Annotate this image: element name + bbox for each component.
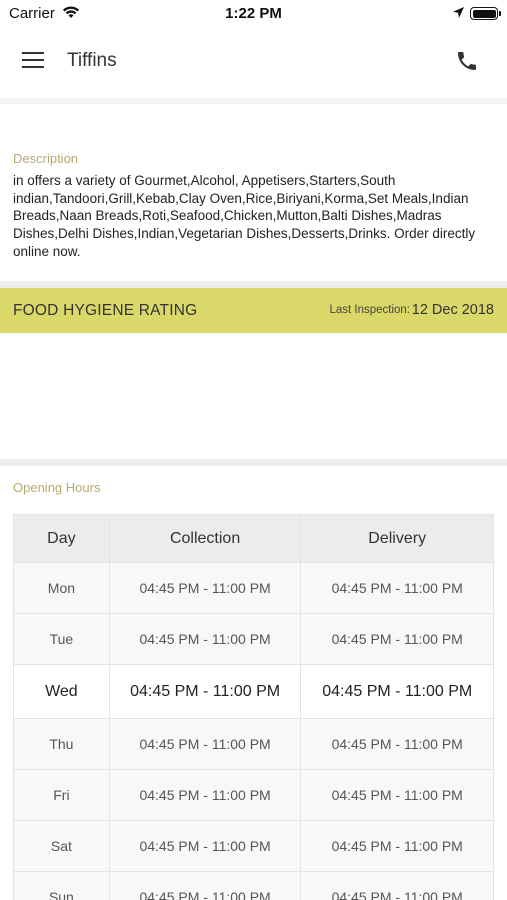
food-hygiene-bar: FOOD HYGIENE RATING Last Inspection: 12 …	[0, 288, 507, 333]
table-row: Mon 04:45 PM - 11:00 PM 04:45 PM - 11:00…	[13, 562, 494, 614]
delivery-hours-cell: 04:45 PM - 11:00 PM	[300, 664, 494, 719]
clock: 1:22 PM	[225, 5, 282, 22]
hamburger-menu-icon[interactable]	[22, 52, 46, 72]
delivery-column-header: Delivery	[300, 514, 494, 563]
day-cell: Sun	[13, 871, 110, 900]
battery-icon	[470, 7, 501, 20]
delivery-hours-cell: 04:45 PM - 11:00 PM	[300, 871, 494, 900]
table-row: Thu 04:45 PM - 11:00 PM 04:45 PM - 11:00…	[13, 718, 494, 770]
day-cell: Wed	[13, 664, 110, 719]
collection-hours-cell: 04:45 PM - 11:00 PM	[108, 562, 302, 614]
description-label: Description	[13, 151, 79, 166]
collection-hours-cell: 04:45 PM - 11:00 PM	[108, 664, 302, 719]
collection-hours-cell: 04:45 PM - 11:00 PM	[108, 613, 302, 665]
header-divider	[0, 98, 507, 104]
opening-hours-table: Day Collection Delivery Mon 04:45 PM - 1…	[13, 514, 494, 900]
inspection-date: 12 Dec 2018	[411, 302, 494, 318]
day-column-header: Day	[13, 514, 110, 563]
day-cell: Fri	[13, 769, 110, 821]
status-bar: Carrier 1:22 PM	[0, 0, 507, 28]
section-divider	[0, 459, 507, 466]
table-row: Sun 04:45 PM - 11:00 PM 04:45 PM - 11:00…	[13, 871, 494, 900]
collection-hours-cell: 04:45 PM - 11:00 PM	[108, 769, 302, 821]
inspection-label: Last Inspection:	[329, 304, 410, 316]
day-cell: Sat	[13, 820, 110, 872]
delivery-hours-cell: 04:45 PM - 11:00 PM	[300, 769, 494, 821]
day-cell: Tue	[13, 613, 110, 665]
day-cell: Thu	[13, 718, 110, 770]
section-divider	[0, 281, 507, 288]
app-header: Tiffins	[0, 28, 507, 98]
hygiene-title: FOOD HYGIENE RATING	[13, 302, 198, 319]
table-header-row: Day Collection Delivery	[13, 514, 494, 563]
delivery-hours-cell: 04:45 PM - 11:00 PM	[300, 820, 494, 872]
day-cell: Mon	[13, 562, 110, 614]
description-text: in offers a variety of Gourmet,Alcohol, …	[13, 173, 476, 259]
opening-hours-label: Opening Hours	[13, 480, 101, 495]
delivery-hours-cell: 04:45 PM - 11:00 PM	[300, 718, 494, 770]
table-row-today: Wed 04:45 PM - 11:00 PM 04:45 PM - 11:00…	[13, 664, 494, 719]
collection-hours-cell: 04:45 PM - 11:00 PM	[108, 820, 302, 872]
table-row: Tue 04:45 PM - 11:00 PM 04:45 PM - 11:00…	[13, 613, 494, 665]
table-row: Fri 04:45 PM - 11:00 PM 04:45 PM - 11:00…	[13, 769, 494, 821]
page-title: Tiffins	[67, 50, 117, 71]
location-arrow-icon	[452, 6, 465, 24]
delivery-hours-cell: 04:45 PM - 11:00 PM	[300, 613, 494, 665]
phone-icon[interactable]	[455, 49, 481, 75]
collection-hours-cell: 04:45 PM - 11:00 PM	[108, 871, 302, 900]
table-row: Sat 04:45 PM - 11:00 PM 04:45 PM - 11:00…	[13, 820, 494, 872]
collection-column-header: Collection	[108, 514, 302, 563]
collection-hours-cell: 04:45 PM - 11:00 PM	[108, 718, 302, 770]
delivery-hours-cell: 04:45 PM - 11:00 PM	[300, 562, 494, 614]
